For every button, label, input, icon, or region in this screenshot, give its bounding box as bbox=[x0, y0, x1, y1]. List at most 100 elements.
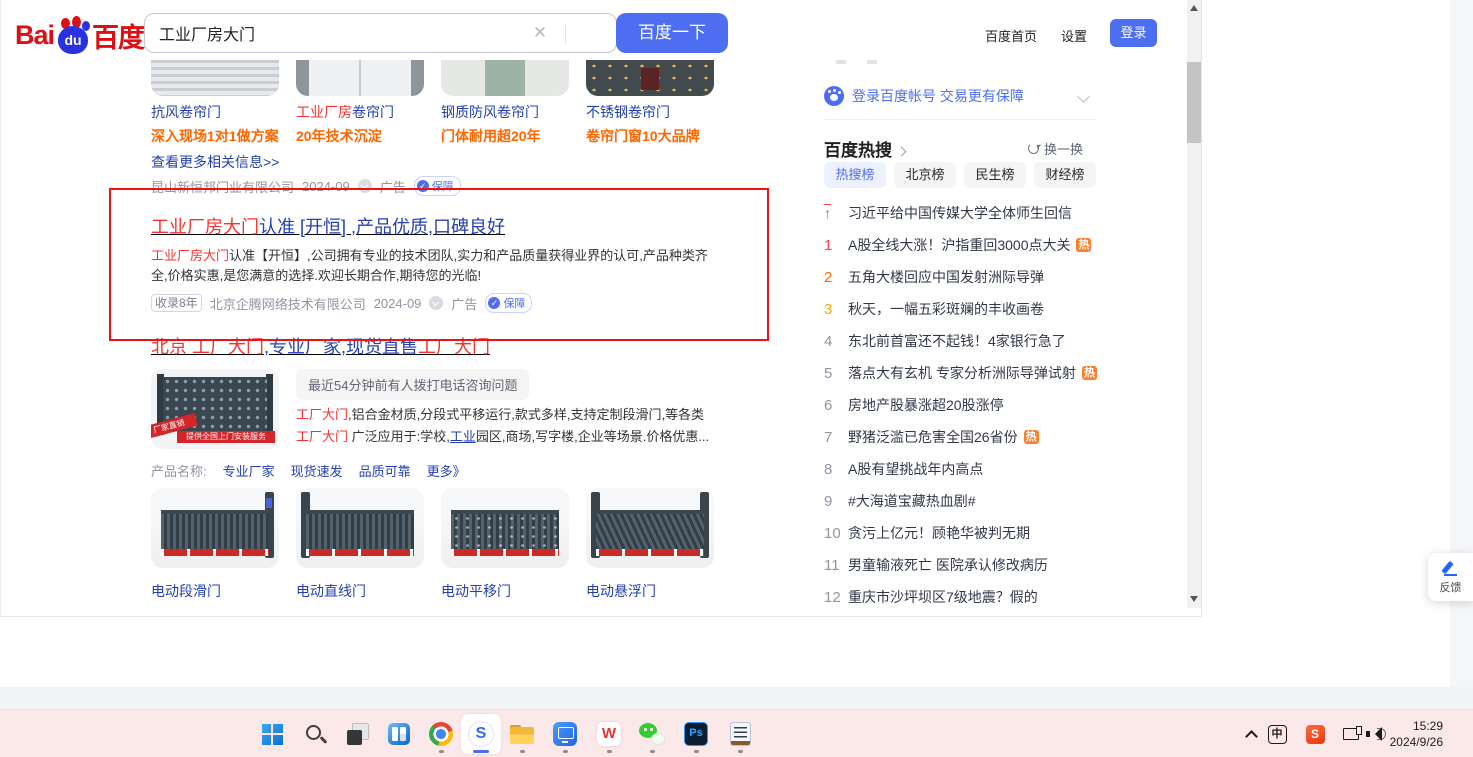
result2-title[interactable]: 北京 工厂大门,专业厂家,现货直售工厂大门 bbox=[151, 336, 490, 358]
product-title[interactable]: 电动平移门 bbox=[441, 581, 569, 601]
hot-search-item[interactable]: 3秋天，一幅五彩斑斓的丰收画卷 bbox=[824, 299, 1106, 319]
wps-office-app[interactable]: W bbox=[589, 714, 629, 754]
nav-settings[interactable]: 设置 bbox=[1061, 26, 1087, 45]
scroll-up-arrow[interactable] bbox=[1190, 5, 1198, 11]
tray-show-hidden[interactable] bbox=[1240, 719, 1262, 749]
scrollbar-thumb[interactable] bbox=[1187, 62, 1201, 143]
login-button[interactable]: 登录 bbox=[1110, 19, 1157, 47]
login-account-banner[interactable]: 登录百度帐号 交易更有保障 bbox=[824, 86, 1024, 106]
windows-start-button[interactable] bbox=[252, 714, 292, 754]
product-image bbox=[151, 488, 279, 568]
product-card[interactable]: 钢质防风卷帘门门体耐用超20年 bbox=[441, 60, 569, 146]
nav-baidu-home[interactable]: 百度首页 bbox=[985, 26, 1037, 45]
result2-thumbnail[interactable]: 厂家直销 提供全国上门安装服务 bbox=[151, 369, 279, 449]
product-title[interactable]: 电动悬浮门 bbox=[586, 581, 714, 601]
hot-item-text: 房地产股暴涨超20股涨停 bbox=[848, 395, 1004, 415]
screen: Bai du 百度 ✕ 百度一下 百度首页 设置 登录 抗风卷帘门深入现场1对1… bbox=[0, 0, 1473, 757]
hot-search-item[interactable]: 1A股全线大涨！沪指重回3000点大关热 bbox=[824, 235, 1106, 255]
sogou-tray[interactable]: S bbox=[1303, 719, 1327, 749]
page-scrollbar bbox=[1187, 0, 1201, 608]
taskbar-clock[interactable]: 15:29 2024/9/26 bbox=[1390, 718, 1443, 750]
hot-item-text: 重庆市沙坪坝区7级地震？假的 bbox=[848, 587, 1038, 607]
hot-search-item[interactable]: 4东北前首富还不起钱！4家银行急了 bbox=[824, 331, 1106, 351]
product-card[interactable]: 电动直线门 bbox=[296, 488, 424, 601]
baidu-logo[interactable]: Bai du 百度 bbox=[15, 16, 144, 55]
hot-search-title[interactable]: 百度热搜 bbox=[824, 136, 905, 161]
hot-tab[interactable]: 热搜榜 bbox=[824, 162, 886, 188]
hot-item-text: #大海道宝藏热血剧# bbox=[848, 491, 976, 511]
feedback-button[interactable]: 反馈 bbox=[1428, 553, 1473, 601]
chrome-app[interactable] bbox=[421, 714, 461, 754]
baidu-paw-icon: du bbox=[55, 18, 91, 54]
widgets-button[interactable] bbox=[379, 714, 419, 754]
ime-indicator[interactable]: 中 bbox=[1265, 719, 1289, 749]
product-card[interactable]: 电动平移门 bbox=[441, 488, 569, 601]
network-status[interactable] bbox=[1341, 719, 1365, 749]
product-title[interactable]: 电动段滑门 bbox=[151, 581, 279, 601]
chevron-down-icon[interactable] bbox=[1077, 90, 1090, 103]
search-box: ✕ bbox=[144, 13, 617, 53]
product-title[interactable]: 抗风卷帘门 bbox=[151, 103, 279, 121]
product-card[interactable]: 抗风卷帘门深入现场1对1做方案 bbox=[151, 60, 279, 146]
product-tag[interactable]: 现货速发 bbox=[291, 461, 343, 480]
file-explorer-app[interactable] bbox=[502, 714, 542, 754]
product-image bbox=[586, 60, 714, 96]
hot-search-item[interactable]: 7野猪泛滥已危害全国26省份热 bbox=[824, 427, 1106, 447]
hot-tab[interactable]: 民生榜 bbox=[964, 162, 1026, 188]
hot-search-item[interactable]: 12重庆市沙坪坝区7级地震？假的 bbox=[824, 587, 1106, 607]
scroll-down-arrow[interactable] bbox=[1190, 596, 1198, 602]
product-title[interactable]: 不锈钢卷帘门 bbox=[586, 103, 714, 121]
chevron-up-icon bbox=[1245, 730, 1258, 743]
hot-search-item[interactable]: 10贪污上亿元！顾艳华被判无期 bbox=[824, 523, 1106, 543]
ad2-date: 2024-09 bbox=[374, 296, 422, 311]
hot-search-item[interactable]: 8A股有望挑战年内高点 bbox=[824, 459, 1106, 479]
product-card[interactable]: 工业厂房卷帘门20年技术沉淀 bbox=[296, 60, 424, 146]
refresh-hot-list[interactable]: 换一换 bbox=[1028, 139, 1083, 158]
rank-number: 6 bbox=[824, 397, 848, 414]
product-tag[interactable]: 品质可靠 bbox=[359, 461, 411, 480]
hot-search-item[interactable]: 5落点大有玄机 专家分析洲际导弹试射热 bbox=[824, 363, 1106, 383]
photoshop-app[interactable]: Ps bbox=[676, 714, 716, 754]
hot-search-item[interactable]: 6房地产股暴涨超20股涨停 bbox=[824, 395, 1106, 415]
gate-graphic bbox=[306, 510, 414, 556]
hot-search-item[interactable]: 11男童输液死亡 医院承认修改病历 bbox=[824, 555, 1106, 575]
ad-result-title[interactable]: 工业厂房大门认准 [开恒] ,产品优质,口碑良好 bbox=[151, 216, 505, 238]
hot-tab[interactable]: 北京榜 bbox=[894, 162, 956, 188]
clock-date: 2024/9/26 bbox=[1390, 734, 1443, 750]
product-card[interactable]: 电动悬浮门 bbox=[586, 488, 714, 601]
tags-more-link[interactable]: 更多》 bbox=[427, 461, 466, 480]
hot-search-item[interactable]: 9#大海道宝藏热血剧# bbox=[824, 491, 1106, 511]
task-view-icon bbox=[347, 723, 369, 745]
product-card[interactable]: 不锈钢卷帘门卷帘门窗10大品牌 bbox=[586, 60, 714, 146]
task-view-button[interactable] bbox=[338, 714, 378, 754]
product-title[interactable]: 钢质防风卷帘门 bbox=[441, 103, 569, 121]
product-image bbox=[151, 60, 279, 96]
rank-number: 5 bbox=[824, 365, 848, 382]
search-input[interactable] bbox=[159, 15, 539, 51]
product-subtitle: 卷帘门窗10大品牌 bbox=[586, 126, 714, 146]
product-card[interactable]: 电动段滑门 bbox=[151, 488, 279, 601]
hot-tab[interactable]: 财经榜 bbox=[1034, 162, 1096, 188]
sogou-browser-app[interactable]: S bbox=[461, 714, 501, 754]
ad-options-icon[interactable] bbox=[429, 296, 443, 310]
inline-link[interactable]: 工业 bbox=[450, 429, 476, 444]
photoshop-icon: Ps bbox=[684, 722, 708, 746]
hot-badge: 热 bbox=[1082, 366, 1097, 380]
hot-search-item[interactable]: ↑习近平给中国传媒大学全体师生回信 bbox=[824, 203, 1106, 223]
volume-status[interactable] bbox=[1363, 719, 1387, 749]
clear-search-icon[interactable]: ✕ bbox=[530, 23, 550, 43]
hot-search-item[interactable]: 2五角大楼回应中国发射洲际导弹 bbox=[824, 267, 1106, 287]
ad-options-icon[interactable] bbox=[358, 179, 372, 193]
check-icon: ✓ bbox=[417, 180, 429, 192]
taskbar-search[interactable] bbox=[295, 714, 335, 754]
more-related-link[interactable]: 查看更多相关信息>> bbox=[151, 152, 279, 172]
wechat-app[interactable] bbox=[632, 714, 672, 754]
product-title[interactable]: 工业厂房卷帘门 bbox=[296, 103, 424, 121]
product-tag[interactable]: 专业厂家 bbox=[223, 461, 275, 480]
product-title[interactable]: 电动直线门 bbox=[296, 581, 424, 601]
ad1-meta: 昆山新恒邦门业有限公司 2024-09 广告 ✓ 保障 bbox=[151, 176, 461, 196]
rank-number: 8 bbox=[824, 461, 848, 478]
notepad-app[interactable] bbox=[720, 714, 760, 754]
pc-manager-app[interactable] bbox=[545, 714, 585, 754]
baidu-search-button[interactable]: 百度一下 bbox=[616, 13, 728, 53]
